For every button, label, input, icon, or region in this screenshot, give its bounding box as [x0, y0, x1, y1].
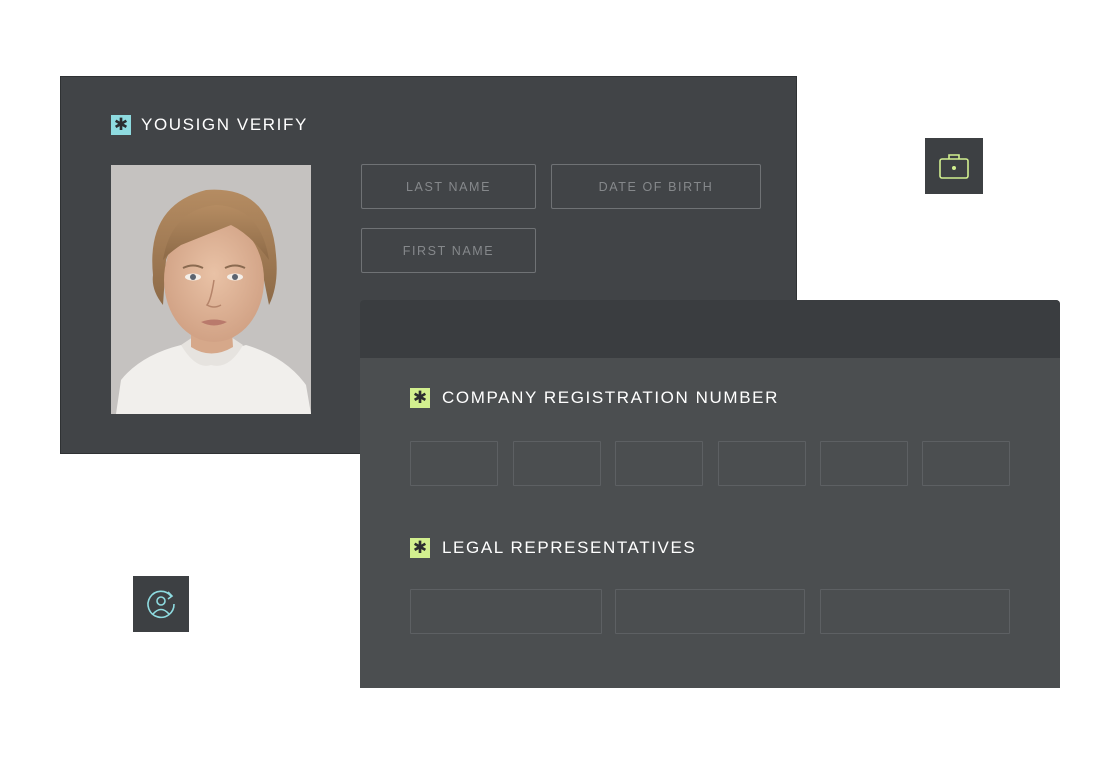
user-refresh-tile: [133, 576, 189, 632]
user-refresh-icon: [147, 590, 175, 619]
asterisk-icon: ✱: [410, 388, 430, 408]
legal-representatives-header: ✱ LEGAL REPRESENTATIVES: [410, 538, 696, 558]
portrait-illustration: [111, 165, 311, 414]
registration-digit-box[interactable]: [820, 441, 908, 486]
last-name-field[interactable]: LAST NAME: [361, 164, 536, 209]
registration-digit-box[interactable]: [513, 441, 601, 486]
registration-digit-box[interactable]: [922, 441, 1010, 486]
section-title: COMPANY REGISTRATION NUMBER: [442, 388, 779, 407]
company-info-panel: ✱ COMPANY REGISTRATION NUMBER ✱ LEGAL RE…: [360, 300, 1060, 688]
card-header: ✱ YOUSIGN VERIFY: [111, 115, 308, 135]
representative-box[interactable]: [820, 589, 1010, 634]
date-of-birth-field[interactable]: DATE OF BIRTH: [551, 164, 761, 209]
registration-digit-box[interactable]: [718, 441, 806, 486]
representative-box[interactable]: [410, 589, 602, 634]
asterisk-icon: ✱: [111, 115, 131, 135]
first-name-field[interactable]: FIRST NAME: [361, 228, 536, 273]
card-title: YOUSIGN VERIFY: [141, 115, 308, 134]
asterisk-icon: ✱: [410, 538, 430, 558]
representative-box[interactable]: [615, 589, 805, 634]
registration-digit-box[interactable]: [410, 441, 498, 486]
registration-digit-box[interactable]: [615, 441, 703, 486]
panel-top-bar: [360, 300, 1060, 358]
briefcase-icon: [939, 154, 969, 179]
briefcase-tile: [925, 138, 983, 194]
company-registration-header: ✱ COMPANY REGISTRATION NUMBER: [410, 388, 779, 408]
portrait-photo: [111, 165, 311, 414]
section-title: LEGAL REPRESENTATIVES: [442, 538, 697, 557]
